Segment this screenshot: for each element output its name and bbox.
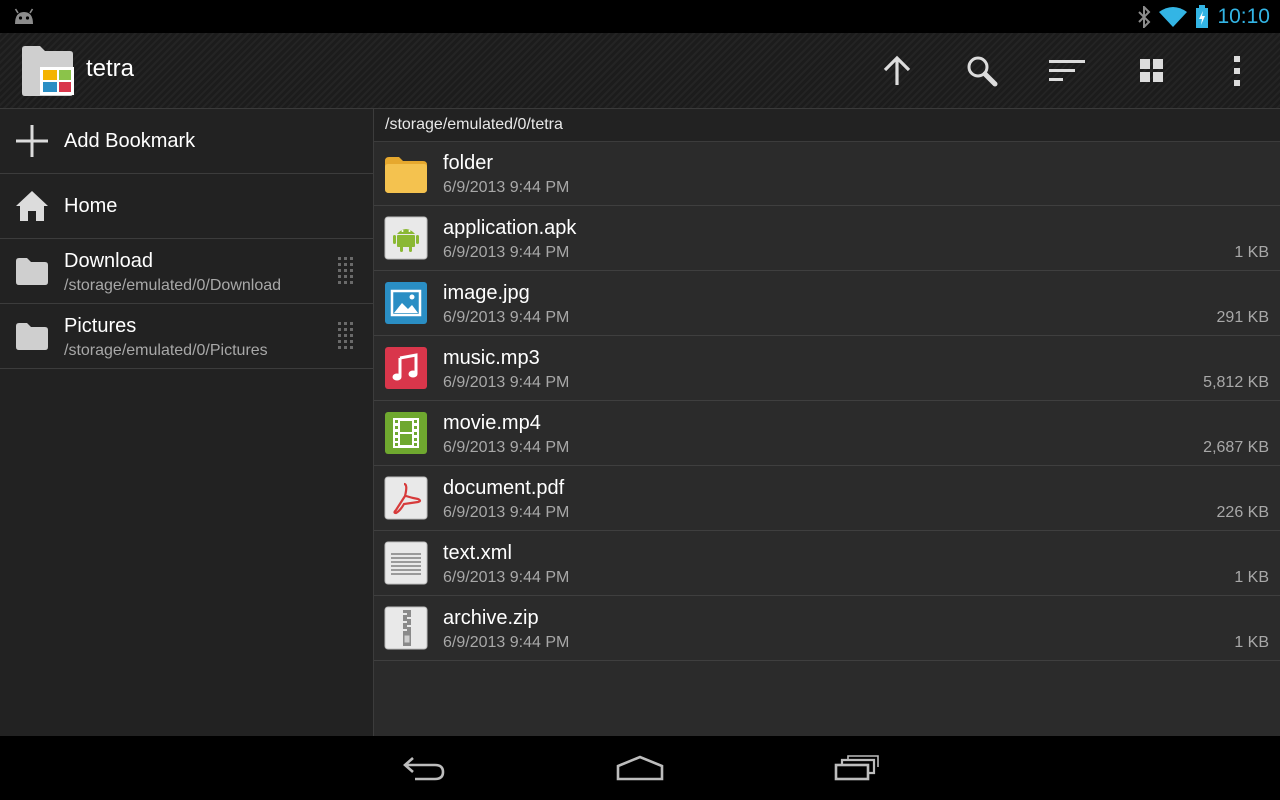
folder-icon [16, 258, 48, 285]
back-button[interactable] [386, 748, 462, 788]
file-size: 5,812 KB [1203, 374, 1269, 391]
file-name: music.mp3 [443, 347, 540, 369]
android-apk-icon [384, 216, 428, 260]
file-date: 6/9/2013 9:44 PM [443, 634, 570, 651]
file-list: folder 6/9/2013 9:44 PM application.apk … [374, 141, 1280, 661]
battery-icon [1196, 5, 1209, 28]
text-file-icon [384, 541, 428, 585]
drag-handle-icon[interactable] [337, 321, 355, 353]
status-bar: 10:10 [0, 0, 1280, 33]
bookmark-label: Download [64, 250, 153, 272]
recent-apps-icon [834, 755, 879, 781]
file-size: 1 KB [1234, 569, 1269, 586]
grid-view-icon [1140, 59, 1163, 82]
file-name: application.apk [443, 217, 577, 239]
overflow-menu-icon [1234, 56, 1240, 86]
add-bookmark-label: Add Bookmark [64, 130, 196, 152]
video-file-icon [385, 412, 427, 454]
file-row-apk[interactable]: application.apk 6/9/2013 9:44 PM 1 KB [374, 206, 1280, 271]
path-bar: /storage/emulated/0/tetra [374, 109, 1280, 142]
file-name: archive.zip [443, 607, 539, 629]
wifi-icon [1159, 7, 1188, 27]
home-icon [16, 191, 48, 221]
recent-apps-button[interactable] [819, 748, 895, 788]
file-row-pdf[interactable]: document.pdf 6/9/2013 9:44 PM 226 KB [374, 466, 1280, 531]
navigate-up-button[interactable] [876, 50, 918, 92]
file-row-text[interactable]: text.xml 6/9/2013 9:44 PM 1 KB [374, 531, 1280, 596]
current-path[interactable]: /storage/emulated/0/tetra [385, 116, 563, 134]
file-row-music[interactable]: music.mp3 6/9/2013 9:44 PM 5,812 KB [374, 336, 1280, 401]
bluetooth-icon [1138, 6, 1151, 28]
bookmark-sidebar: Add Bookmark Home Download /storage/emul… [0, 109, 374, 736]
file-row-archive[interactable]: archive.zip 6/9/2013 9:44 PM 1 KB [374, 596, 1280, 661]
folder-icon [16, 323, 48, 350]
file-date: 6/9/2013 9:44 PM [443, 179, 570, 196]
file-row-folder[interactable]: folder 6/9/2013 9:44 PM [374, 141, 1280, 206]
home-label: Home [64, 195, 118, 217]
music-file-icon [385, 347, 427, 389]
file-name: text.xml [443, 542, 512, 564]
file-name: movie.mp4 [443, 412, 541, 434]
sidebar-item-pictures[interactable]: Pictures /storage/emulated/0/Pictures [0, 304, 373, 369]
bookmark-path: /storage/emulated/0/Download [64, 277, 282, 294]
bookmark-label: Pictures [64, 315, 137, 337]
file-size: 291 KB [1216, 309, 1269, 326]
drag-handle-icon[interactable] [337, 256, 355, 288]
file-size: 226 KB [1216, 504, 1269, 521]
system-navigation-bar [0, 736, 1280, 800]
app-logo-icon[interactable] [20, 45, 76, 97]
file-date: 6/9/2013 9:44 PM [443, 374, 570, 391]
file-name: image.jpg [443, 282, 530, 304]
android-notification-icon [14, 8, 34, 24]
bookmark-path: /storage/emulated/0/Pictures [64, 342, 268, 359]
add-bookmark-item[interactable]: Add Bookmark [0, 109, 373, 174]
home-nav-button[interactable] [602, 748, 678, 788]
folder-icon [385, 157, 427, 193]
search-icon [967, 56, 998, 87]
file-date: 6/9/2013 9:44 PM [443, 309, 570, 326]
file-name: document.pdf [443, 477, 565, 499]
file-browser-pane: /storage/emulated/0/tetra folder 6/9/201… [374, 109, 1280, 736]
back-icon [403, 757, 445, 781]
home-outline-icon [616, 755, 664, 781]
grid-view-button[interactable] [1131, 50, 1173, 92]
sort-button[interactable] [1046, 50, 1088, 92]
file-size: 2,687 KB [1203, 439, 1269, 456]
archive-file-icon [384, 606, 428, 650]
sidebar-item-download[interactable]: Download /storage/emulated/0/Download [0, 239, 373, 304]
file-date: 6/9/2013 9:44 PM [443, 439, 570, 456]
sort-icon [1049, 60, 1085, 81]
image-file-icon [385, 282, 427, 324]
file-row-movie[interactable]: movie.mp4 6/9/2013 9:44 PM 2,687 KB [374, 401, 1280, 466]
file-size: 1 KB [1234, 634, 1269, 651]
action-bar: tetra [0, 33, 1280, 109]
sidebar-item-home[interactable]: Home [0, 174, 373, 239]
up-arrow-icon [883, 55, 911, 85]
search-button[interactable] [961, 50, 1003, 92]
file-date: 6/9/2013 9:44 PM [443, 569, 570, 586]
app-title: tetra [86, 55, 135, 82]
overflow-menu-button[interactable] [1216, 50, 1258, 92]
file-name: folder [443, 152, 494, 174]
clock: 10:10 [1217, 5, 1270, 28]
file-date: 6/9/2013 9:44 PM [443, 244, 570, 261]
file-size: 1 KB [1234, 244, 1269, 261]
plus-icon [16, 125, 48, 157]
pdf-file-icon [384, 476, 428, 520]
file-date: 6/9/2013 9:44 PM [443, 504, 570, 521]
file-row-image[interactable]: image.jpg 6/9/2013 9:44 PM 291 KB [374, 271, 1280, 336]
